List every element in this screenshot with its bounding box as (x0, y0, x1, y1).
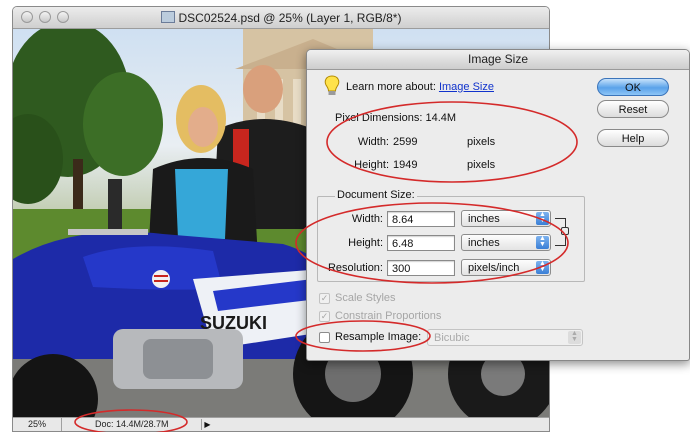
resample-method-select[interactable]: Bicubic ▲ ▼ (427, 329, 583, 346)
pixel-width-label: Width: (357, 136, 389, 148)
image-size-dialog: Image Size Learn more about: Image Size … (306, 49, 690, 361)
pixel-width-value: 2599 (393, 136, 418, 148)
pixel-dimensions-label: Pixel Dimensions: 14.4M (333, 112, 459, 124)
resample-image-check (319, 332, 330, 343)
learn-more-row: Learn more about: Image Size (346, 81, 494, 93)
constrain-proportions-check: ✓ (319, 311, 330, 322)
document-size-label: Document Size: (335, 189, 417, 201)
resolution-unit-select[interactable]: pixels/inch ▲ ▼ (461, 259, 551, 276)
status-arrow-icon[interactable]: ▶ (201, 419, 213, 430)
ok-button[interactable]: OK (597, 78, 669, 96)
help-button[interactable]: Help (597, 129, 669, 147)
popup-arrows-icon: ▲ ▼ (568, 330, 581, 344)
doc-width-input[interactable]: 8.64 (387, 211, 455, 227)
popup-arrows-icon: ▲ ▼ (536, 211, 549, 225)
pixel-dimensions-size: 14.4M (425, 112, 457, 124)
status-bar: 25% Doc: 14.4M/28.7M ▶ (13, 417, 549, 431)
learn-more-label: Learn more about: (346, 81, 436, 93)
scale-styles-check: ✓ (319, 293, 330, 304)
document-title: DSC02524.psd @ 25% (Layer 1, RGB/8*) (13, 11, 549, 25)
doc-width-label: Width: (351, 213, 383, 225)
doc-height-unit-select[interactable]: inches ▲ ▼ (461, 234, 551, 251)
document-size-readout: Doc: 14.4M/28.7M (95, 419, 169, 429)
lightbulb-icon (324, 75, 340, 95)
pixel-height-label: Height: (354, 159, 389, 171)
dialog-title: Image Size (307, 50, 689, 70)
popup-arrows-icon: ▲ ▼ (536, 260, 549, 274)
pixel-height-unit: pixels (467, 159, 496, 171)
document-titlebar: DSC02524.psd @ 25% (Layer 1, RGB/8*) (13, 7, 549, 29)
popup-arrows-icon: ▲ ▼ (536, 235, 549, 249)
doc-height-input[interactable]: 6.48 (387, 235, 455, 251)
doc-width-unit-select[interactable]: inches ▲ ▼ (461, 210, 551, 227)
resolution-label: Resolution: (327, 262, 383, 274)
resolution-input[interactable]: 300 (387, 260, 455, 276)
psd-file-icon (160, 11, 175, 23)
zoom-level-field[interactable]: 25% (13, 418, 62, 431)
reset-button[interactable]: Reset (597, 100, 669, 118)
image-size-help-link[interactable]: Image Size (439, 81, 494, 93)
pixel-height-value: 1949 (393, 159, 418, 171)
chain-link-icon (561, 227, 569, 235)
doc-height-label: Height: (348, 237, 383, 249)
pixel-width-unit: pixels (467, 136, 496, 148)
